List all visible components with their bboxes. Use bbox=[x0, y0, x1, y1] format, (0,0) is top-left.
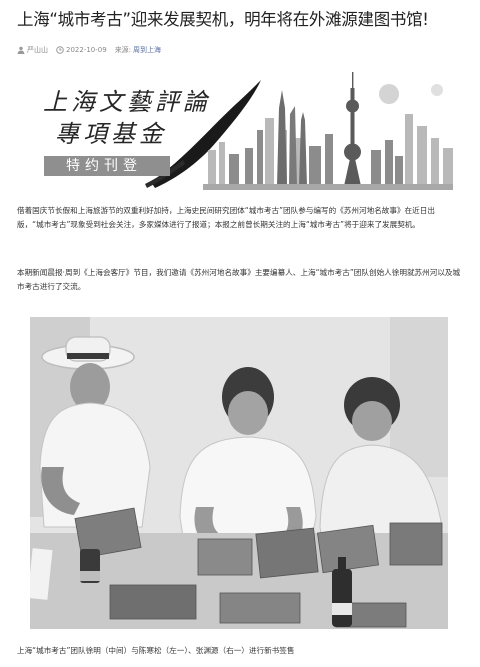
article-meta: 严山山 2022-10-09 来源: 周到上海 bbox=[17, 44, 161, 56]
person-icon bbox=[17, 46, 25, 54]
banner-title-line1: 上海文藝評論 bbox=[43, 88, 211, 116]
publish-date: 2022-10-09 bbox=[66, 46, 107, 54]
banner-title-line2: 專項基金 bbox=[55, 120, 167, 148]
book-signing-photo bbox=[30, 317, 448, 629]
author-meta: 严山山 bbox=[17, 45, 48, 55]
author-name[interactable]: 严山山 bbox=[27, 45, 48, 55]
source-label: 来源: bbox=[114, 46, 132, 54]
photo-illustration bbox=[30, 317, 448, 629]
body-paragraph-1: 借着国庆节长假和上海旅游节的双重利好加持，上海史民间研究团体“城市考古”团队参与… bbox=[17, 206, 435, 230]
clock-icon bbox=[56, 46, 64, 54]
sponsor-banner: 上海文藝評論 專項基金 特约刊登 bbox=[33, 68, 453, 190]
article-page: 上海“城市考古”迎来发展契机，明年将在外滩源建图书馆! 严山山 2022-10-… bbox=[0, 0, 480, 667]
banner-title: 上海文藝評論 專項基金 bbox=[43, 86, 211, 150]
body-paragraph-2: 本期新闻晨报·周到《上海会客厅》节目，我们邀请《苏州河地名故事》主要编纂人、上海… bbox=[17, 268, 461, 292]
banner-subtitle: 特约刊登 bbox=[44, 156, 170, 176]
source-link[interactable]: 周到上海 bbox=[133, 45, 161, 55]
photo-caption: 上海“城市考古”团队徐明（中间）与陈寒松（左一）、张渊源（右一）进行新书签售 bbox=[17, 646, 295, 655]
article-title: 上海“城市考古”迎来发展契机，明年将在外滩源建图书馆! bbox=[17, 10, 429, 29]
source-meta: 来源: 周到上海 bbox=[115, 45, 161, 55]
date-meta: 2022-10-09 bbox=[56, 46, 107, 54]
